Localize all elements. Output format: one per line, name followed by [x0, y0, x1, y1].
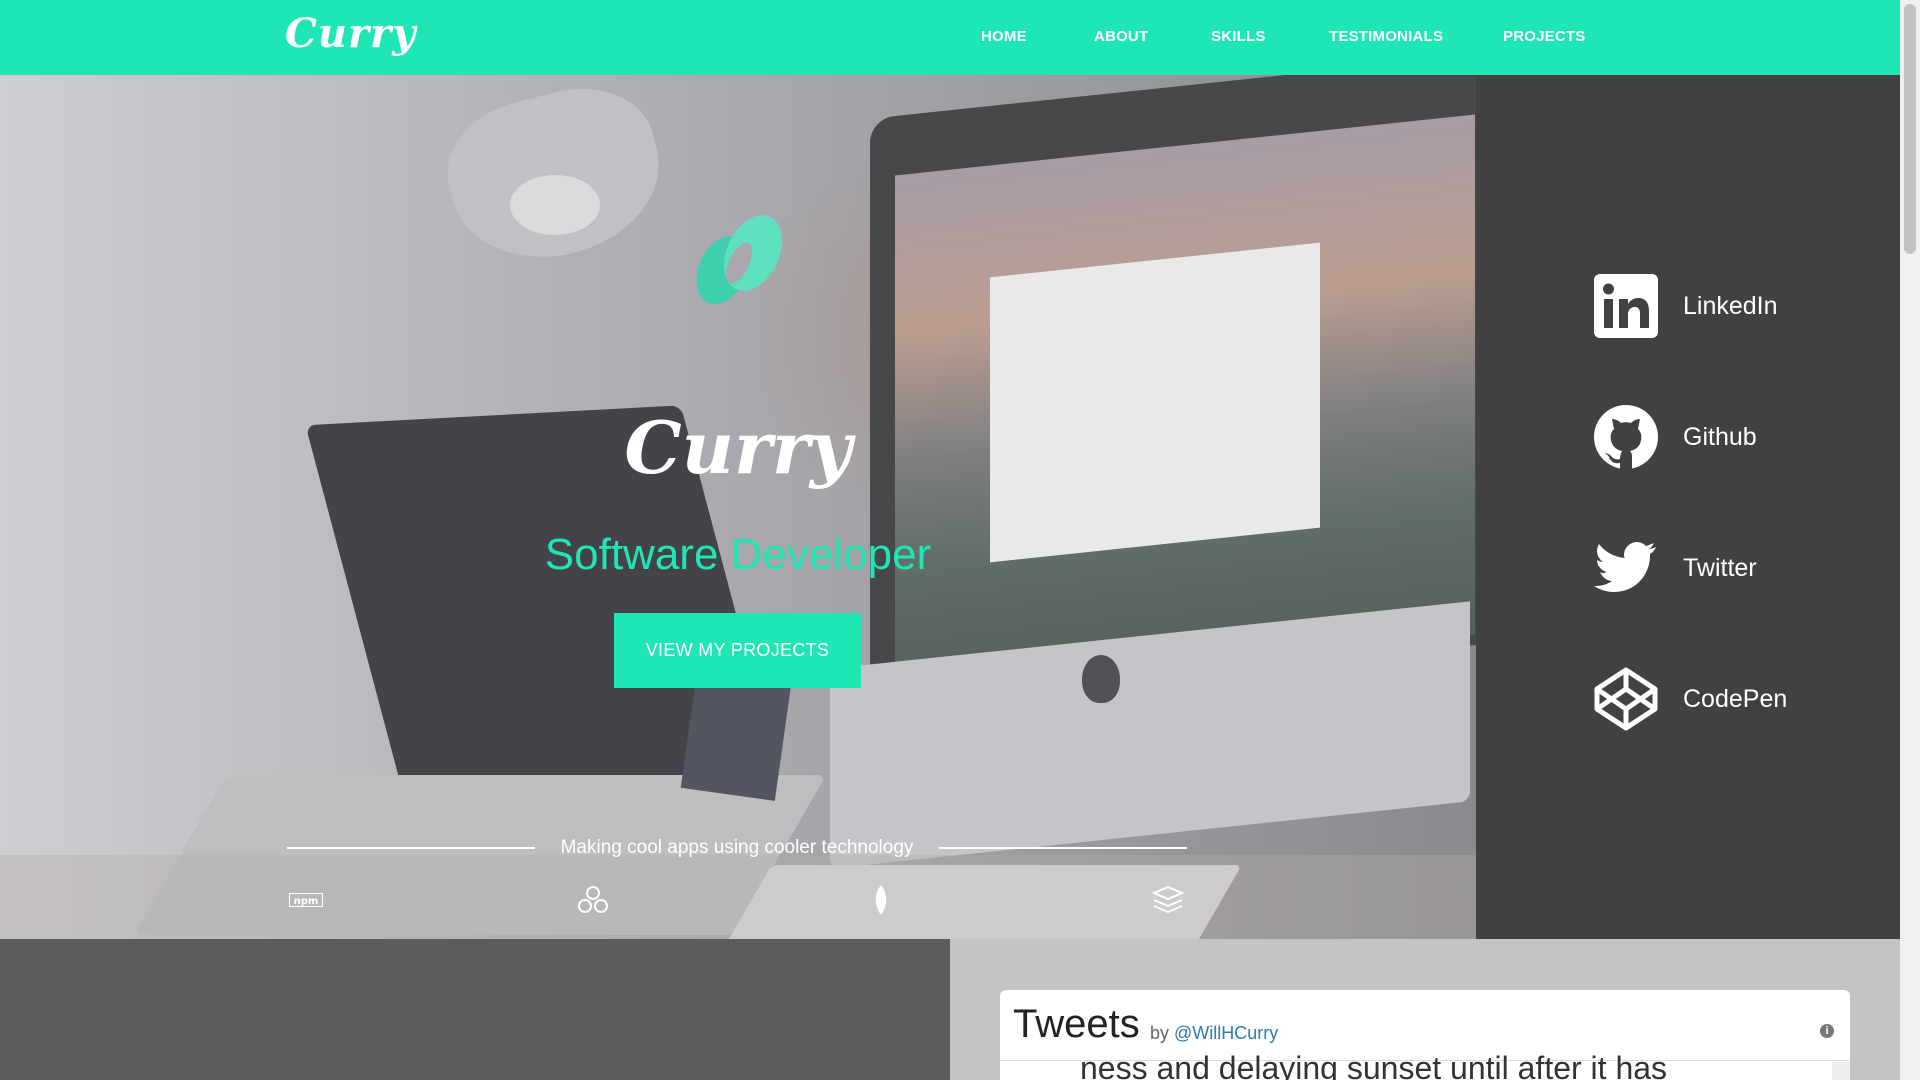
tweets-by-label: by	[1150, 1023, 1170, 1043]
social-label-twitter: Twitter	[1683, 553, 1757, 582]
social-label-linkedin: LinkedIn	[1683, 291, 1778, 320]
social-twitter[interactable]: Twitter	[1594, 536, 1757, 600]
social-label-github: Github	[1683, 422, 1757, 451]
nav-about[interactable]: ABOUT	[1094, 28, 1148, 45]
page-scrollbar[interactable]	[1900, 0, 1920, 1080]
logo-mark-icon	[696, 215, 783, 305]
stack-icon	[1151, 883, 1185, 917]
about-section	[0, 939, 950, 1080]
tweets-scrollbar[interactable]	[1832, 1062, 1850, 1080]
brand-logo[interactable]: Curry	[285, 10, 416, 57]
scrollbar-thumb[interactable]	[1904, 4, 1916, 254]
nav-home[interactable]: HOME	[981, 28, 1027, 45]
social-label-codepen: CodePen	[1683, 684, 1788, 713]
nav-testimonials[interactable]: TESTIMONIALS	[1329, 28, 1443, 45]
tweets-byline: by @WillHCurry	[1150, 1023, 1278, 1044]
info-icon[interactable]: i	[1820, 1024, 1834, 1038]
hero-role: Software Developer	[544, 530, 932, 579]
tweets-title: Tweets	[1013, 1002, 1140, 1046]
tweets-widget[interactable]: Tweets by @WillHCurry i ness and delayin…	[1000, 990, 1850, 1080]
nav-projects[interactable]: PROJECTS	[1503, 28, 1585, 45]
svg-text:npm: npm	[294, 896, 319, 907]
hero-section: Curry Software Developer VIEW MY PROJECT…	[0, 75, 1476, 939]
about-text-clipped	[150, 1063, 800, 1080]
view-projects-button[interactable]: VIEW MY PROJECTS	[614, 613, 861, 688]
social-codepen[interactable]: CodePen	[1594, 667, 1787, 731]
tweets-handle-link[interactable]: @WillHCurry	[1174, 1023, 1278, 1043]
tweet-text: ness and delaying sunset until after it …	[1080, 1050, 1668, 1080]
social-linkedin[interactable]: LinkedIn	[1594, 274, 1778, 338]
tagline-divider-right	[939, 847, 1187, 849]
navbar: Curry HOME ABOUT SKILLS TESTIMONIALS PRO…	[0, 0, 1900, 75]
codepen-icon	[1594, 667, 1658, 731]
mongodb-icon	[864, 883, 898, 917]
nav-skills[interactable]: SKILLS	[1211, 28, 1266, 45]
tagline-row: Making cool apps using cooler technology	[287, 837, 1187, 861]
linkedin-icon	[1594, 274, 1658, 338]
npm-icon: npm	[289, 883, 323, 917]
social-github[interactable]: Github	[1594, 405, 1757, 469]
social-panel: LinkedIn Github Twitter CodePen	[1476, 75, 1900, 939]
redux-icon	[576, 883, 610, 917]
github-icon	[1594, 405, 1658, 469]
hero-name: Curry	[624, 405, 852, 490]
twitter-icon	[1594, 536, 1658, 600]
